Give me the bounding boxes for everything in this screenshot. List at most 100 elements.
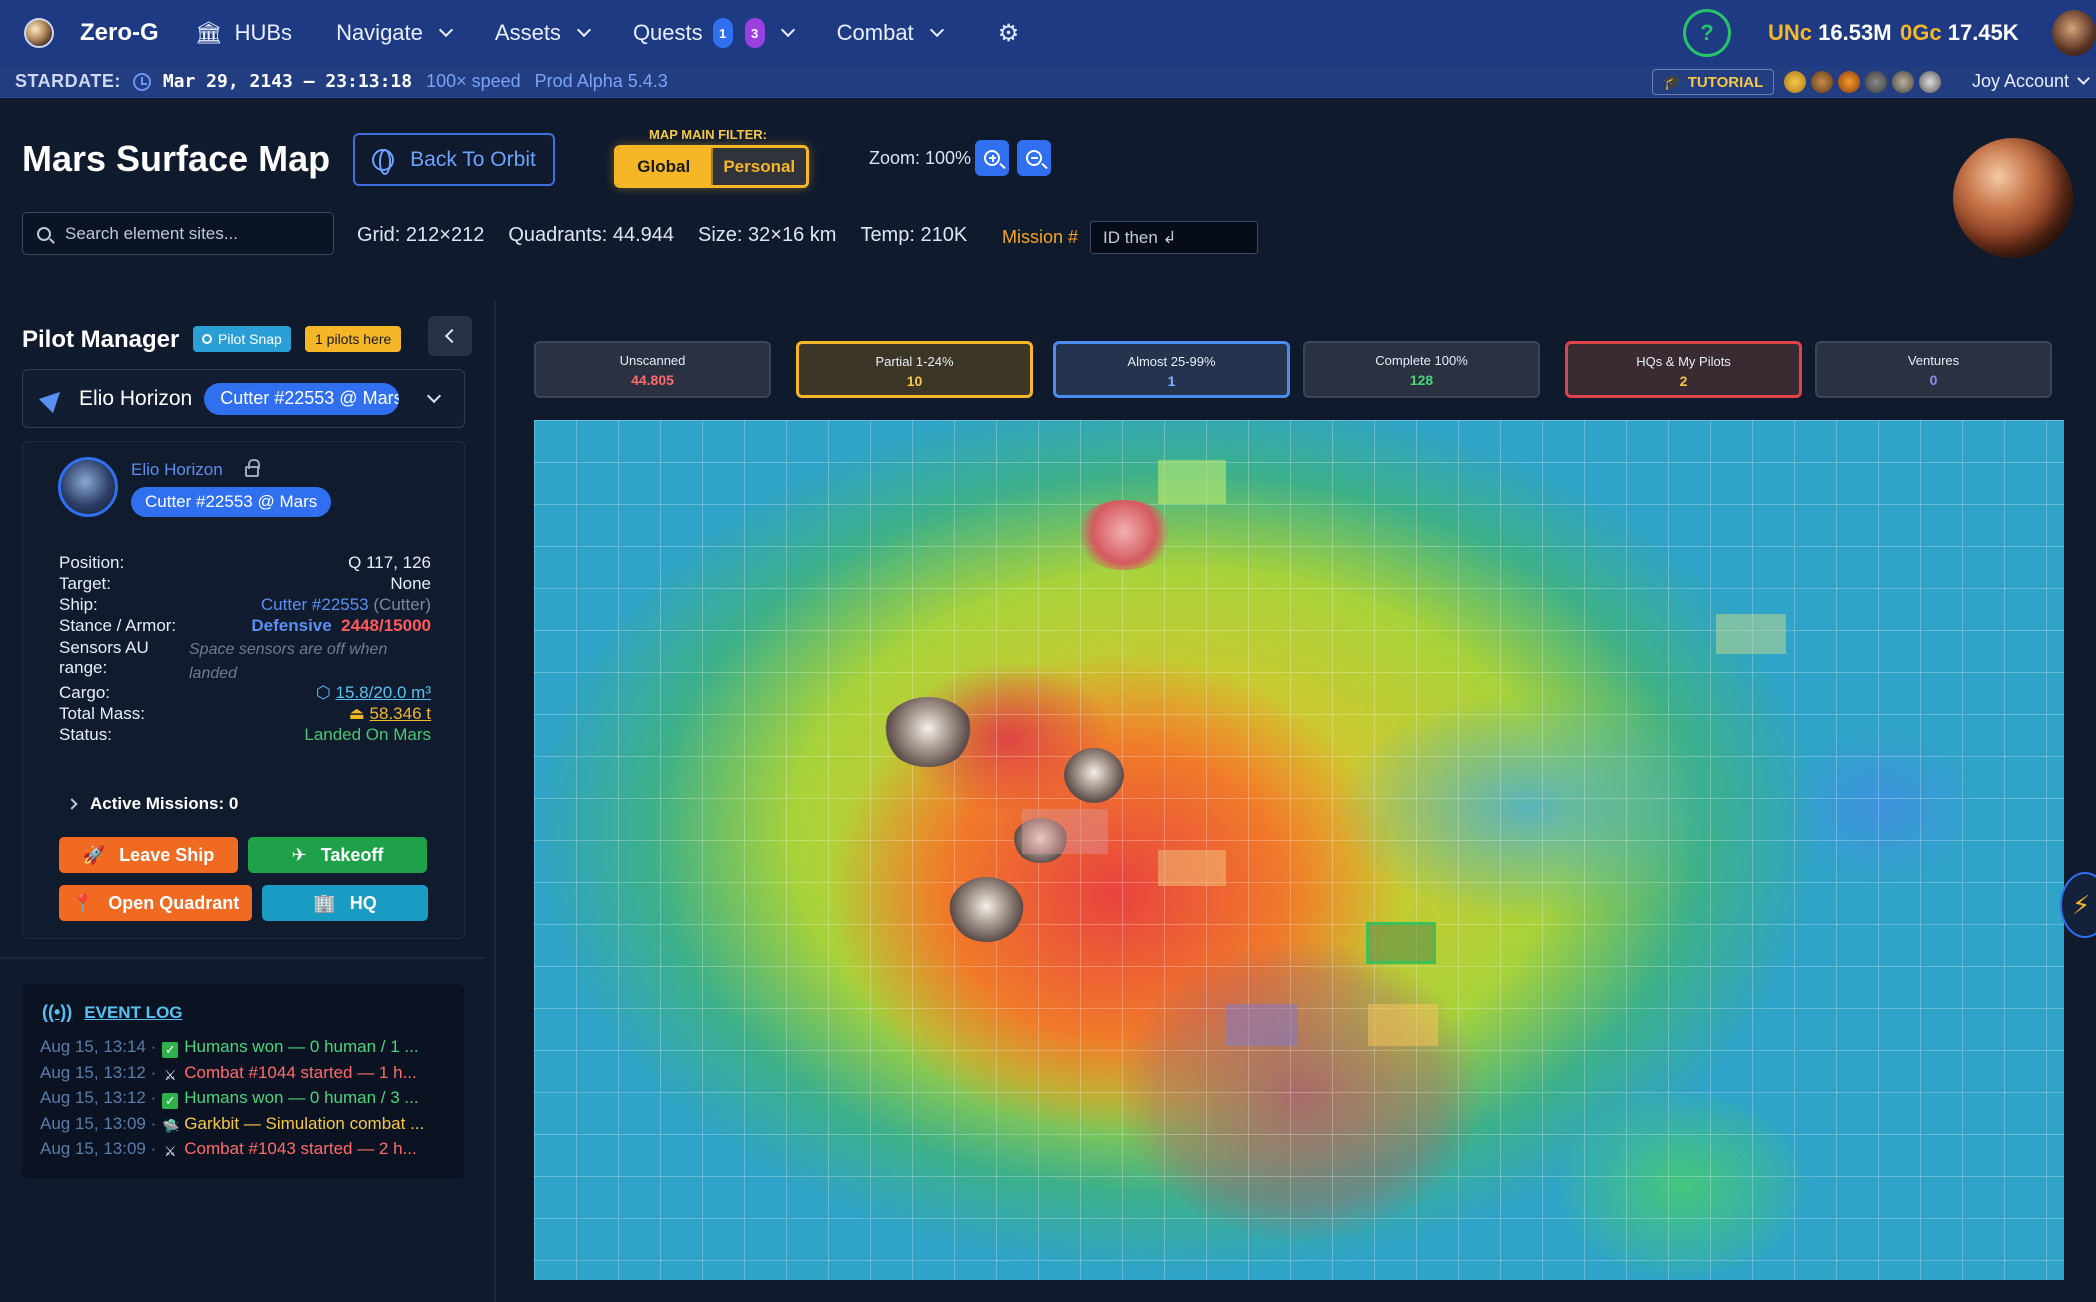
event-log-entry[interactable]: Aug 15, 13:09 · 🛸 Garkbit — Simulation com… — [40, 1114, 460, 1134]
scan-filter-complete[interactable]: Complete 100% 128 — [1303, 341, 1540, 398]
quadrant-partial[interactable] — [1158, 850, 1226, 886]
lightning-bolt-icon[interactable]: ⚡ — [2060, 872, 2096, 938]
pilot-selector[interactable]: Elio Horizon Cutter #22553 @ Mars — [22, 369, 465, 428]
back-to-orbit-button[interactable]: Back To Orbit — [353, 133, 555, 186]
account-menu[interactable]: Joy Account — [1972, 71, 2090, 92]
quadrant-hq-marker[interactable] — [1366, 922, 1436, 964]
field-label: Sensors AU — [59, 638, 149, 657]
medal-icon[interactable] — [1838, 71, 1860, 93]
quadrant-almost[interactable] — [1226, 1004, 1298, 1046]
medal-icon[interactable] — [1865, 71, 1887, 93]
ship-link[interactable]: Cutter #22553 — [261, 595, 369, 614]
active-missions-toggle[interactable]: Active Missions: 0 — [66, 794, 238, 814]
globe-icon — [372, 148, 395, 175]
currency-0gc-label: 0Gc — [1900, 20, 1942, 45]
collapse-panel-button[interactable] — [428, 316, 472, 356]
scan-filter-count: 1 — [1167, 373, 1176, 389]
nav-navigate[interactable]: Navigate — [336, 20, 453, 46]
scan-filter-unscanned[interactable]: Unscanned 44.805 — [534, 341, 771, 398]
chevron-down-icon — [2077, 72, 2090, 85]
filter-personal-button[interactable]: Personal — [712, 148, 806, 185]
scan-filter-label: HQs & My Pilots — [1636, 354, 1731, 369]
nav-navigate-label: Navigate — [336, 20, 423, 45]
medal-icon[interactable] — [1784, 71, 1806, 93]
scan-filter-count: 10 — [906, 373, 923, 389]
pilot-snap-badge[interactable]: Pilot Snap — [193, 326, 291, 352]
pilot-snap-label: Pilot Snap — [218, 331, 282, 347]
gear-icon[interactable]: ⚙ — [998, 19, 1020, 48]
open-quadrant-button[interactable]: 📍 Open Quadrant — [59, 885, 252, 921]
zoom-out-button[interactable] — [1017, 140, 1051, 176]
currency-0gc-value: 17.45K — [1947, 20, 2019, 45]
scan-filter-partial[interactable]: Partial 1-24% 10 — [796, 341, 1033, 398]
panel-divider — [494, 300, 496, 1302]
lock-icon[interactable] — [245, 459, 260, 477]
hq-button[interactable]: 🏢 HQ — [262, 885, 428, 921]
event-log-title[interactable]: ((•)) EVENT LOG — [42, 1002, 183, 1023]
medal-icon[interactable] — [1811, 71, 1833, 93]
scan-filter-almost[interactable]: Almost 25-99% 1 — [1053, 341, 1290, 398]
cube-icon: ⬡ — [315, 683, 331, 702]
mission-id-input[interactable]: ID then ↲ — [1090, 221, 1258, 254]
field-label: Stance / Armor: — [59, 616, 177, 635]
ship-value-wrap: Cutter #22553 (Cutter) — [261, 595, 431, 615]
medal-icon[interactable] — [1892, 71, 1914, 93]
pilot-manager-title: Pilot Manager — [22, 326, 180, 353]
chevron-down-icon — [427, 388, 442, 403]
open-quadrant-label: Open Quadrant — [108, 892, 240, 913]
filter-global-button[interactable]: Global — [617, 148, 713, 185]
user-avatar[interactable] — [2052, 10, 2096, 56]
event-text: Garkbit — Simulation combat ... — [184, 1114, 425, 1133]
scan-filter-count: 128 — [1409, 372, 1434, 388]
page-title: Mars Surface Map — [22, 138, 331, 179]
mars-planet-image[interactable] — [1953, 138, 2073, 258]
stat-quadrants: Quadrants: 44.944 — [508, 224, 675, 246]
nav-assets[interactable]: Assets — [495, 20, 592, 46]
mass-value[interactable]: 58.346 t — [370, 704, 431, 723]
tutorial-button[interactable]: 🎓 TUTORIAL — [1652, 69, 1775, 95]
field-stance: Stance / Armor: Defensive 2448/15000 — [59, 616, 431, 636]
pilot-card: Elio Horizon Cutter #22553 @ Mars Positi… — [22, 441, 465, 939]
selected-ship-chip: Cutter #22553 @ Mars — [204, 382, 400, 415]
quadrant-partial[interactable] — [1368, 1004, 1438, 1046]
quadrant-partial[interactable] — [1716, 614, 1786, 654]
zoom-in-button[interactable] — [975, 140, 1009, 176]
scan-filter-hqs[interactable]: HQs & My Pilots 2 — [1565, 341, 1802, 398]
logo[interactable] — [24, 18, 54, 48]
navigation-arrow-icon — [38, 384, 68, 413]
map-stats: Grid: 212×212 Quadrants: 44.944 Size: 32… — [357, 224, 991, 247]
game-speed: 100× speed — [426, 71, 521, 91]
event-time: Aug 15, 13:14 · — [40, 1037, 157, 1056]
event-log-entry[interactable]: Aug 15, 13:14 · ✓ Humans won — 0 human / 1… — [40, 1037, 460, 1058]
nav-combat[interactable]: Combat — [837, 20, 944, 46]
event-log-entry[interactable]: Aug 15, 13:12 · ⚔ Combat #1044 started — 1… — [40, 1063, 460, 1083]
event-text: Combat #1043 started — 2 h... — [184, 1139, 417, 1158]
brand-name[interactable]: Zero-G — [80, 19, 159, 47]
chevron-down-icon — [438, 22, 453, 38]
nav-quests[interactable]: Quests 1 3 — [633, 18, 795, 48]
event-log-entry[interactable]: Aug 15, 13:12 · ✓ Humans won — 0 human / 3… — [40, 1088, 460, 1109]
field-position: Position: Q 117, 126 — [59, 553, 431, 573]
chevron-right-icon — [66, 798, 78, 810]
scan-filter-label: Partial 1-24% — [875, 354, 954, 369]
quadrant-partial[interactable] — [1022, 809, 1108, 854]
stardate-bar: STARDATE: Mar 29, 2143 — 23:13:18 100× s… — [0, 66, 2096, 98]
cargo-value[interactable]: 15.8/20.0 m³ — [336, 683, 431, 702]
scan-filter-ventures[interactable]: Ventures 0 — [1815, 341, 2052, 398]
search-input[interactable]: Search element sites... — [22, 212, 334, 255]
mars-surface-map[interactable] — [534, 420, 2064, 1280]
medal-icon[interactable] — [1919, 71, 1941, 93]
pilot-avatar[interactable] — [58, 457, 118, 517]
pilot-ship-chip[interactable]: Cutter #22553 @ Mars — [131, 487, 332, 517]
help-icon[interactable]: ? — [1683, 9, 1731, 57]
pilot-name-link[interactable]: Elio Horizon — [131, 460, 223, 480]
leave-ship-button[interactable]: 🚀 Leave Ship — [59, 837, 238, 873]
quadrant-partial[interactable] — [1158, 460, 1226, 504]
broadcast-icon: ((•)) — [42, 1002, 73, 1022]
event-log-entry[interactable]: Aug 15, 13:09 · ⚔ Combat #1043 started — 2… — [40, 1139, 460, 1159]
nav-hubs[interactable]: 🏛 HUBs — [195, 20, 292, 46]
stance-value[interactable]: Defensive — [251, 616, 331, 635]
crater-feature — [1074, 500, 1174, 570]
scan-filter-count: 44.805 — [631, 372, 674, 388]
takeoff-button[interactable]: ✈ Takeoff — [248, 837, 427, 873]
